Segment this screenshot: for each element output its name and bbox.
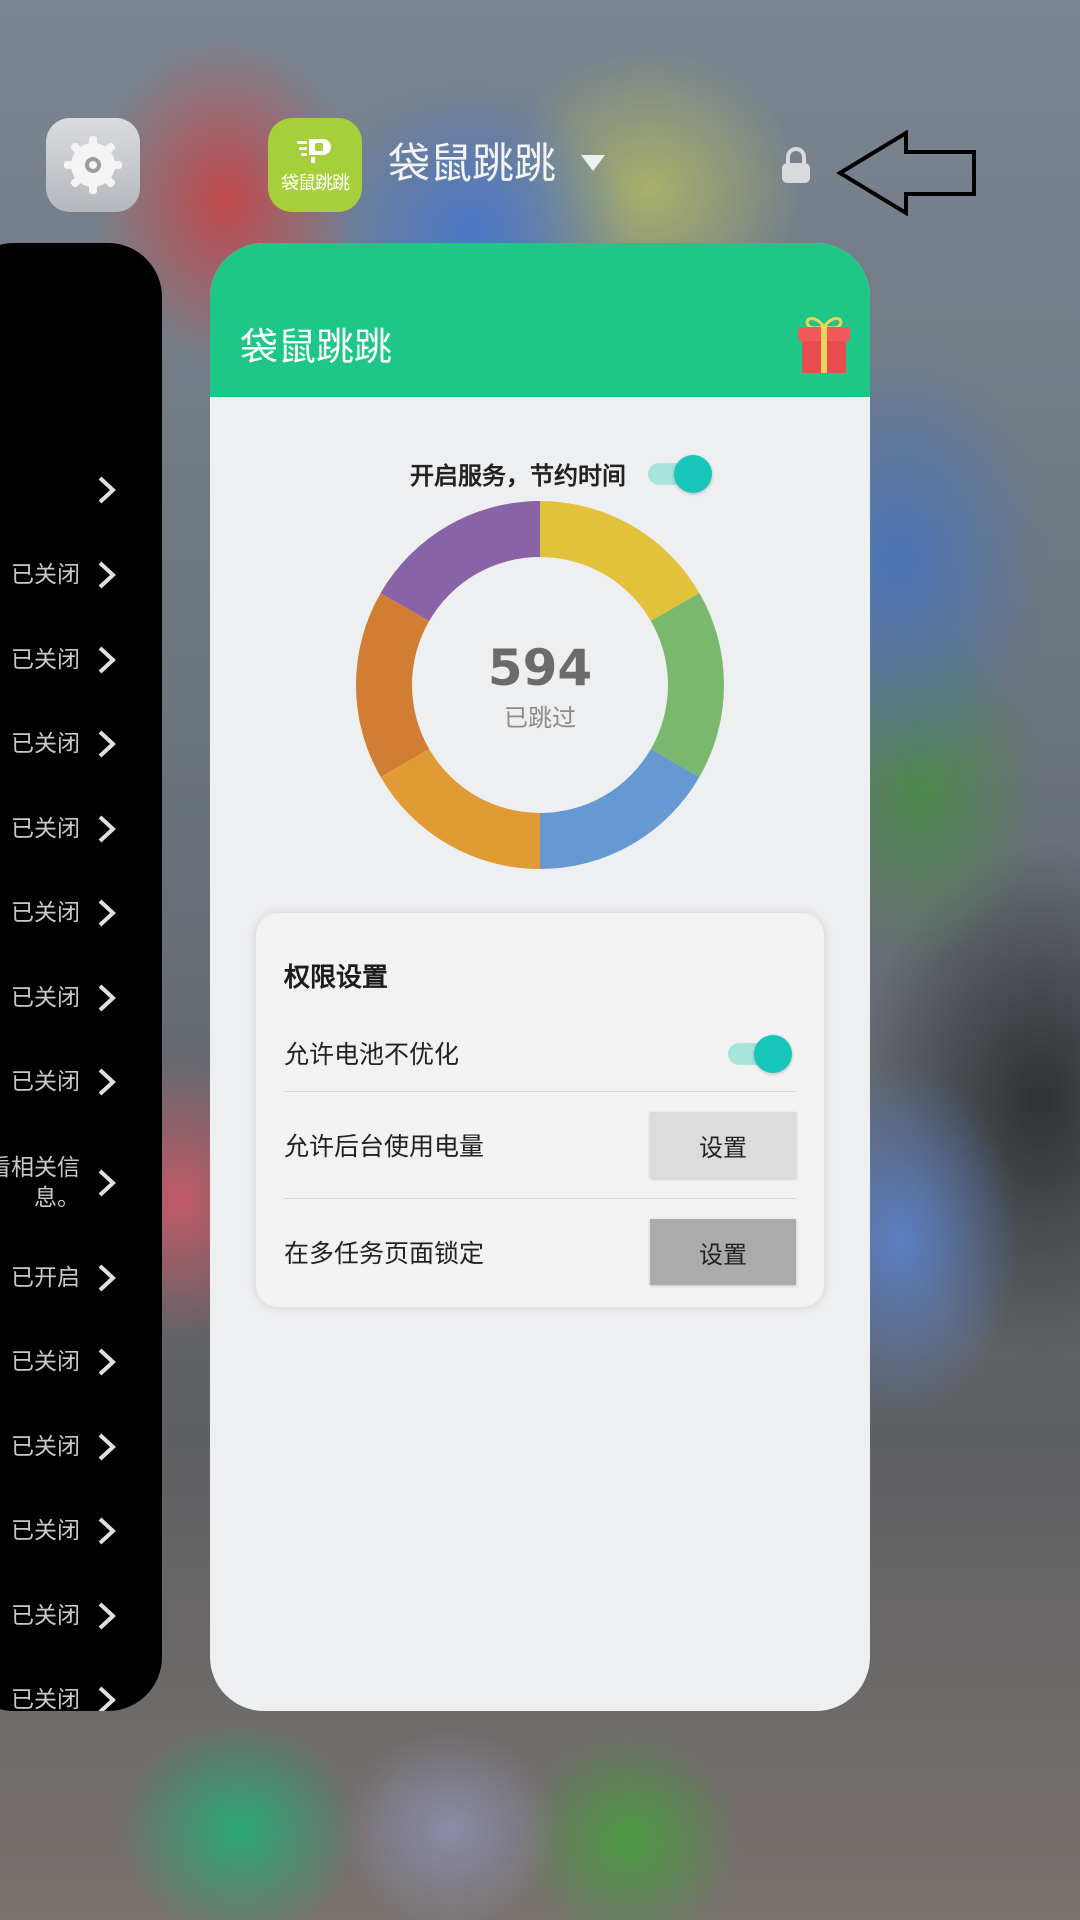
status-text: 已关闭	[11, 1349, 80, 1375]
chevron-right-icon	[98, 561, 116, 589]
background-permission-label: 允许后台使用电量	[284, 1132, 485, 1161]
list-item[interactable]: 已关闭	[0, 1581, 162, 1651]
permission-settings-card: 权限设置 允许电池不优化 允许后台使用电量 设置 在多任务页面锁定 设置	[256, 913, 824, 1307]
chevron-right-icon	[98, 1068, 116, 1096]
dropdown-triangle-icon[interactable]	[580, 154, 606, 172]
battery-permission-label: 允许电池不优化	[284, 1040, 460, 1069]
app-bar: 袋鼠跳跳	[210, 243, 870, 397]
status-text: 已关闭	[11, 731, 80, 757]
status-text: 已关闭	[11, 1069, 80, 1095]
donut-segment	[540, 749, 700, 869]
list-item[interactable]: 已开启	[0, 1243, 162, 1313]
app-icon[interactable]: 袋鼠跳跳	[268, 118, 362, 212]
chevron-right-icon	[98, 646, 116, 674]
settings-app-icon[interactable]	[46, 118, 140, 212]
service-toggle[interactable]	[648, 455, 712, 493]
battery-permission-row: 允许电池不优化	[284, 1023, 796, 1083]
skipped-count: 594	[487, 639, 593, 697]
chevron-right-icon	[98, 1169, 116, 1197]
list-item[interactable]: 已关闭	[0, 625, 162, 695]
list-item[interactable]: 已关闭	[0, 1412, 162, 1482]
list-item[interactable]: 已关闭	[0, 1047, 162, 1117]
service-toggle-row: 开启服务，节约时间	[210, 441, 870, 505]
status-text: 已关闭	[11, 900, 80, 926]
gear-icon	[64, 136, 122, 194]
status-text: 已关闭	[11, 647, 80, 673]
status-text: 已关闭	[11, 1434, 80, 1460]
battery-toggle[interactable]	[728, 1035, 792, 1073]
status-text: 已关闭	[11, 562, 80, 588]
left-arrow-annotation-icon	[836, 130, 976, 216]
chevron-right-icon	[98, 899, 116, 927]
list-item[interactable]: 已关闭	[0, 794, 162, 864]
service-label: 开启服务，节约时间	[410, 461, 626, 490]
list-item[interactable]: 已关闭	[0, 1496, 162, 1566]
app-task-card[interactable]: 袋鼠跳跳 开启服务，节约时间 594 已跳过 权限设置 允许电池不优化 允许后台…	[210, 243, 870, 1711]
chevron-right-icon	[98, 1433, 116, 1461]
lock-permission-label: 在多任务页面锁定	[284, 1239, 485, 1268]
status-text: 已开启	[11, 1265, 80, 1291]
kangaroo-logo-icon	[297, 139, 331, 163]
status-text: 已关闭	[11, 985, 80, 1011]
background-permission-row: 允许后台使用电量 设置	[284, 1110, 796, 1180]
status-text: 看相关信息。	[0, 1155, 80, 1211]
list-item[interactable]: 已关闭	[0, 878, 162, 948]
status-text: 已关闭	[11, 1603, 80, 1629]
chevron-right-icon	[98, 1264, 116, 1292]
donut-segment	[380, 749, 540, 869]
app-icon-label: 袋鼠跳跳	[281, 173, 350, 194]
app-bar-title: 袋鼠跳跳	[240, 325, 393, 369]
chevron-right-icon	[98, 476, 116, 504]
list-item[interactable]: 已关闭	[0, 709, 162, 779]
lock-settings-button[interactable]: 设置	[650, 1219, 796, 1285]
background-settings-button[interactable]: 设置	[650, 1112, 796, 1178]
list-item[interactable]: 已关闭	[0, 963, 162, 1033]
donut-segment	[540, 501, 700, 621]
skipped-label: 已跳过	[504, 704, 576, 732]
chevron-right-icon	[98, 730, 116, 758]
app-title[interactable]: 袋鼠跳跳	[388, 134, 556, 194]
list-item[interactable]: 看相关信息。	[0, 1143, 162, 1223]
lock-permission-row: 在多任务页面锁定 设置	[284, 1217, 796, 1287]
chevron-right-icon	[98, 1517, 116, 1545]
lock-icon[interactable]	[780, 147, 812, 185]
chevron-right-icon	[98, 815, 116, 843]
divider	[284, 1091, 796, 1092]
donut-segment	[380, 501, 540, 621]
status-text: 已关闭	[11, 816, 80, 842]
status-text: 已关闭	[11, 1518, 80, 1544]
divider	[284, 1198, 796, 1199]
chevron-right-icon	[98, 984, 116, 1012]
chevron-right-icon	[98, 1602, 116, 1630]
chevron-right-icon	[98, 1348, 116, 1376]
previous-task-card[interactable]: 已关闭 已关闭 已关闭 已关闭 已关闭 已关闭 已关闭 看相关信息。 已开启 已…	[0, 243, 162, 1711]
permission-title: 权限设置	[284, 963, 389, 993]
list-item[interactable]: 已关闭	[0, 540, 162, 610]
chevron-right-icon	[98, 1686, 116, 1711]
list-item[interactable]: 已关闭	[0, 1665, 162, 1711]
status-text: 已关闭	[11, 1687, 80, 1711]
gift-icon[interactable]	[794, 313, 854, 375]
list-item[interactable]	[0, 455, 162, 525]
list-item[interactable]: 已关闭	[0, 1327, 162, 1397]
